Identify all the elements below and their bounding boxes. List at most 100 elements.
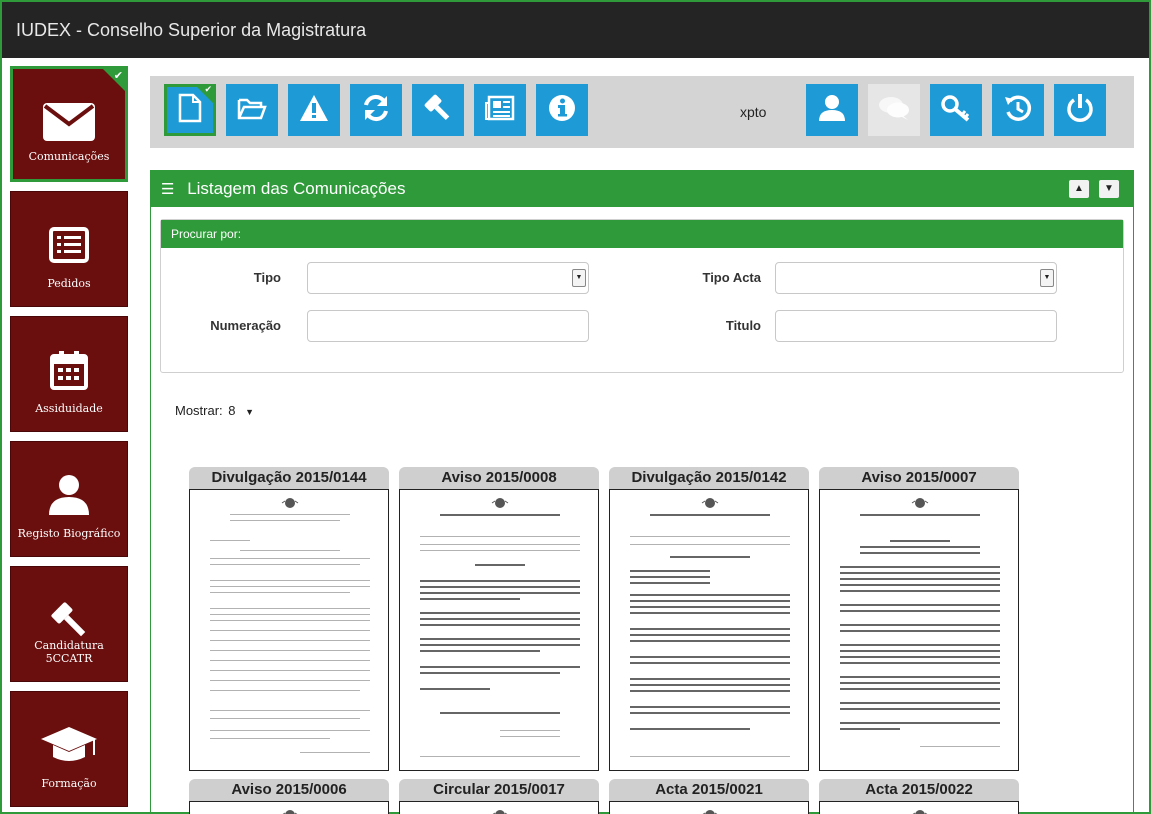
- filter-icon: ▼: [1104, 183, 1114, 194]
- user-profile-button[interactable]: [806, 84, 858, 136]
- graduation-cap-icon: [11, 720, 127, 770]
- document-thumbnail[interactable]: [189, 489, 389, 771]
- menu-icon: ☰: [161, 181, 175, 198]
- tipo-label: Tipo: [253, 270, 281, 285]
- open-folder-button[interactable]: [226, 84, 278, 136]
- refresh-icon: [361, 93, 391, 128]
- document-thumbnail[interactable]: [819, 489, 1019, 771]
- document-title: Acta 2015/0022: [819, 779, 1019, 801]
- tipo-select[interactable]: ▼: [307, 262, 589, 294]
- document-thumbnail[interactable]: [609, 489, 809, 771]
- document-title: Divulgação 2015/0144: [189, 467, 389, 489]
- sort-icon: ▲: [1074, 183, 1084, 194]
- chevron-down-icon: ▼: [1040, 269, 1054, 287]
- sidebar-item-comunicacoes[interactable]: ✔ Comunicações: [10, 66, 128, 182]
- document-title: Circular 2015/0017: [399, 779, 599, 801]
- gavel-button[interactable]: [412, 84, 464, 136]
- newspaper-icon: [485, 95, 515, 126]
- document-card[interactable]: Acta 2015/0021: [609, 779, 809, 814]
- document-thumbnail[interactable]: [399, 489, 599, 771]
- document-card[interactable]: Circular 2015/0017: [399, 779, 599, 814]
- toolbar: ✔ xpto: [150, 76, 1134, 148]
- envelope-icon: [13, 97, 125, 147]
- list-icon: [11, 220, 127, 270]
- user-icon: [11, 470, 127, 520]
- page-size-value: 8: [228, 403, 236, 418]
- sidebar-item-candidatura[interactable]: Candidatura 5CCATR: [10, 566, 128, 682]
- warning-button[interactable]: [288, 84, 340, 136]
- titulo-input[interactable]: [775, 310, 1057, 342]
- gavel-icon: [423, 93, 453, 128]
- tipo-acta-label: Tipo Acta: [702, 270, 761, 285]
- page-size-select[interactable]: 8 ▼: [228, 403, 254, 418]
- chat-icon: [878, 95, 910, 126]
- sidebar-item-label: Formação: [41, 777, 97, 790]
- crest-icon: [912, 810, 928, 814]
- new-document-button[interactable]: ✔: [164, 84, 216, 136]
- check-icon: ✔: [113, 69, 123, 82]
- sidebar-item-registo-biografico[interactable]: Registo Biográfico: [10, 441, 128, 557]
- check-icon: ✔: [204, 85, 212, 95]
- sidebar-item-label: Assiduidade: [35, 402, 103, 415]
- document-title: Divulgação 2015/0142: [609, 467, 809, 489]
- refresh-button[interactable]: [350, 84, 402, 136]
- document-thumbnail[interactable]: [399, 801, 599, 814]
- sidebar-item-label: Candidatura 5CCATR: [34, 639, 104, 665]
- sidebar-item-pedidos[interactable]: Pedidos: [10, 191, 128, 307]
- sidebar: ✔ Comunicações Pedidos Assiduidade Regis…: [10, 66, 128, 814]
- page-size-label: Mostrar:: [175, 403, 223, 418]
- document-title: Acta 2015/0021: [609, 779, 809, 801]
- crest-icon: [282, 810, 298, 814]
- info-icon: [548, 94, 576, 127]
- calendar-icon: [11, 345, 127, 395]
- document-card[interactable]: Aviso 2015/0008: [399, 467, 599, 771]
- chevron-down-icon: ▼: [245, 407, 255, 417]
- search-form: Procurar por: Tipo ▼ Tipo Acta ▼ Numeraç…: [160, 219, 1124, 373]
- titulo-label: Titulo: [725, 318, 761, 333]
- numeracao-input[interactable]: [307, 310, 589, 342]
- crest-icon: [492, 810, 508, 814]
- power-icon: [1066, 93, 1094, 128]
- chat-button[interactable]: [868, 84, 920, 136]
- username-label: xpto: [740, 104, 767, 120]
- user-icon: [818, 94, 846, 127]
- sort-button[interactable]: ▲: [1069, 180, 1089, 198]
- document-card[interactable]: Acta 2015/0022: [819, 779, 1019, 814]
- gavel-icon: [11, 595, 127, 645]
- search-header: Procurar por:: [161, 220, 1123, 248]
- app-title-bar: IUDEX - Conselho Superior da Magistratur…: [2, 2, 1149, 58]
- history-icon: [1003, 93, 1033, 128]
- document-thumbnail[interactable]: [819, 801, 1019, 814]
- key-icon: [941, 94, 971, 127]
- document-thumbnail[interactable]: [189, 801, 389, 814]
- filter-button[interactable]: ▼: [1099, 180, 1119, 198]
- app-title: IUDEX - Conselho Superior da Magistratur…: [16, 20, 367, 40]
- sidebar-item-formacao[interactable]: Formação: [10, 691, 128, 807]
- newspaper-button[interactable]: [474, 84, 526, 136]
- tipo-acta-select[interactable]: ▼: [775, 262, 1057, 294]
- document-card[interactable]: Aviso 2015/0006: [189, 779, 389, 814]
- crest-icon: [911, 498, 929, 508]
- document-card[interactable]: Aviso 2015/0007: [819, 467, 1019, 771]
- crest-icon: [491, 498, 509, 508]
- communications-panel: ☰ Listagem das Comunicações ▲ ▼ Procurar…: [150, 170, 1134, 814]
- page-size-control: Mostrar: 8 ▼: [175, 403, 254, 418]
- document-title: Aviso 2015/0007: [819, 467, 1019, 489]
- crest-icon: [701, 498, 719, 508]
- change-password-button[interactable]: [930, 84, 982, 136]
- sidebar-item-label: Pedidos: [47, 277, 91, 290]
- sidebar-item-assiduidade[interactable]: Assiduidade: [10, 316, 128, 432]
- logout-button[interactable]: [1054, 84, 1106, 136]
- warning-icon: [299, 94, 329, 127]
- document-card[interactable]: Divulgação 2015/0144: [189, 467, 389, 771]
- document-thumbnail[interactable]: [609, 801, 809, 814]
- sidebar-item-label: Comunicações: [28, 150, 110, 163]
- document-title: Aviso 2015/0008: [399, 467, 599, 489]
- document-title: Aviso 2015/0006: [189, 779, 389, 801]
- info-button[interactable]: [536, 84, 588, 136]
- document-card[interactable]: Divulgação 2015/0142: [609, 467, 809, 771]
- history-button[interactable]: [992, 84, 1044, 136]
- crest-icon: [702, 810, 718, 814]
- crest-icon: [281, 498, 299, 508]
- panel-title: Listagem das Comunicações: [187, 179, 406, 198]
